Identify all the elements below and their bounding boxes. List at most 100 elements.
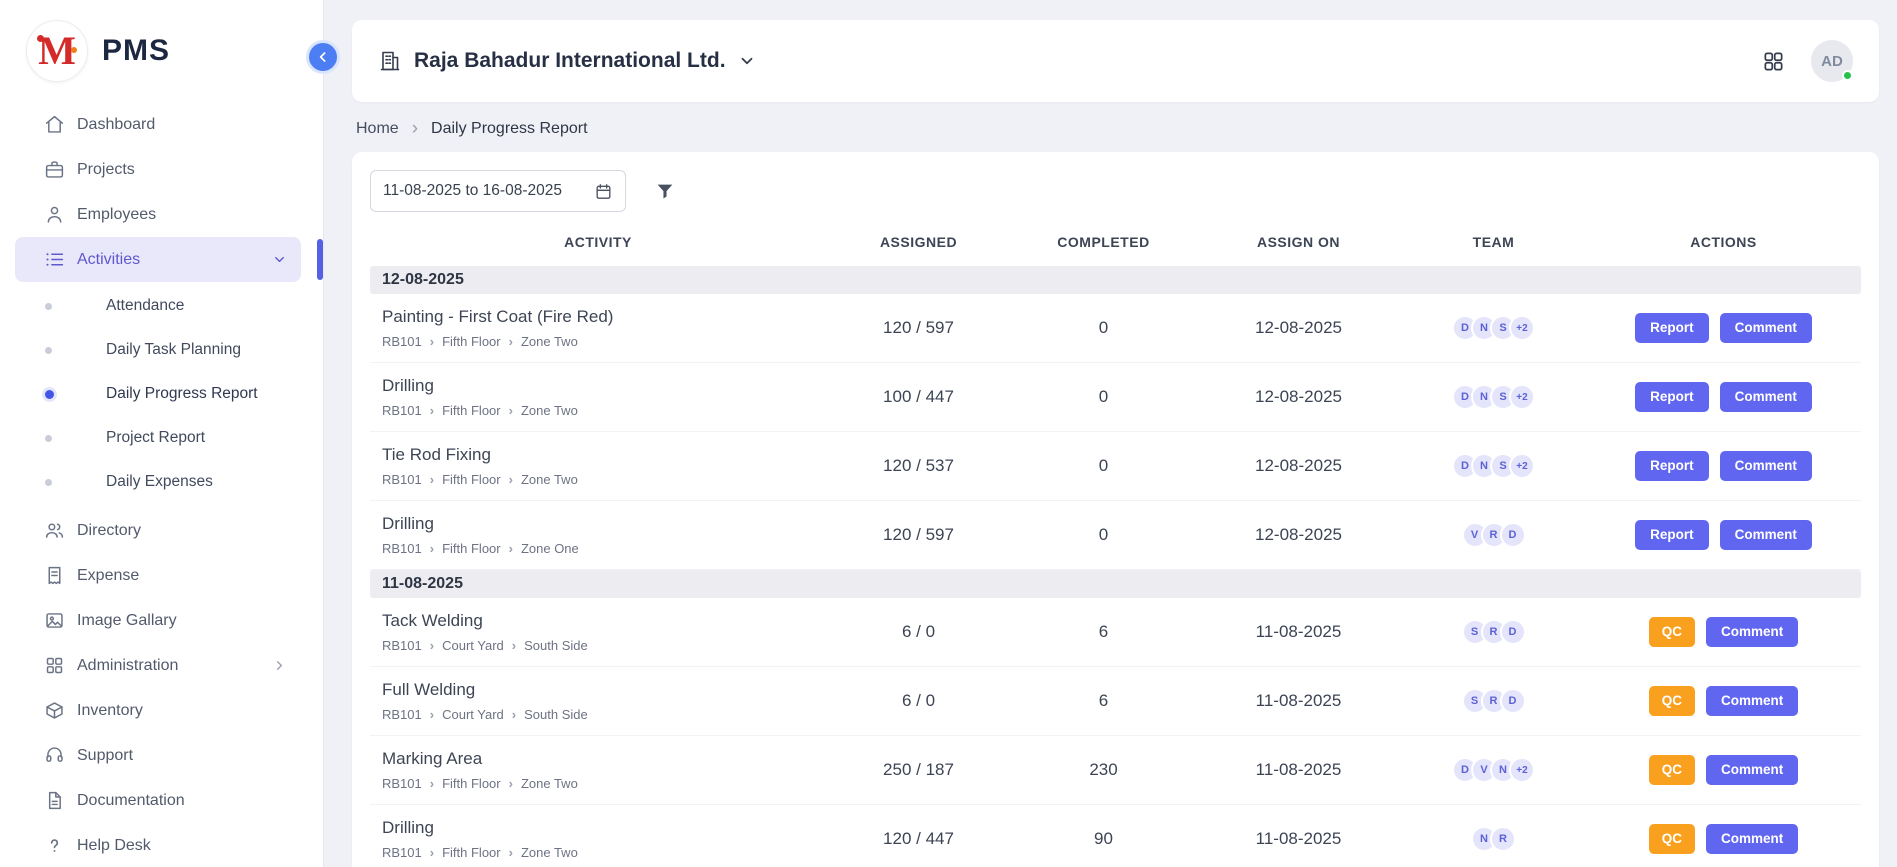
report-button[interactable]: Report [1635,520,1709,551]
filter-icon[interactable] [654,180,676,202]
chevron-right-icon [272,658,287,673]
sidebar-collapse-button[interactable] [306,40,340,74]
comment-button[interactable]: Comment [1706,617,1798,648]
activity-location-path: RB101› Fifth Floor› Zone Two [382,403,826,418]
report-button[interactable]: Report [1635,382,1709,413]
sidebar-item-administration[interactable]: Administration [15,643,301,688]
sidebar-subitem-daily-expenses[interactable]: Daily Expenses [45,460,301,504]
sidebar-subitem-label: Daily Expenses [106,473,213,491]
sidebar-item-inventory[interactable]: Inventory [15,688,301,733]
path-segment: Fifth Floor [442,541,501,556]
sidebar-item-activities[interactable]: Activities [15,237,301,282]
sidebar-item-label: Inventory [77,702,143,720]
topbar: Raja Bahadur International Ltd. AD [352,20,1879,102]
chevron-right-icon: › [412,119,418,138]
qc-button[interactable]: QC [1649,755,1695,786]
team-avatars: S R D [1401,688,1586,714]
activities-submenu: Attendance Daily Task Planning Daily Pro… [15,282,301,508]
date-range-field[interactable] [370,170,626,212]
report-button[interactable]: Report [1635,451,1709,482]
sidebar-subitem-daily-task-planning[interactable]: Daily Task Planning [45,328,301,372]
sidebar-item-image-gallery[interactable]: Image Gallary [15,598,301,643]
row-actions: Report Comment [1586,520,1861,551]
bullet-icon [45,303,52,310]
chevron-down-icon [738,52,756,70]
path-segment: Fifth Floor [442,845,501,860]
user-avatar[interactable]: AD [1811,40,1853,82]
path-segment: RB101 [382,472,422,487]
path-segment: Fifth Floor [442,403,501,418]
assign-on-value: 12-08-2025 [1196,456,1401,476]
active-indicator [317,239,323,280]
chevron-right-icon: › [430,404,434,417]
comment-button[interactable]: Comment [1720,451,1812,482]
team-extra-count: +2 [1509,384,1535,410]
company-selector[interactable]: Raja Bahadur International Ltd. [378,49,756,73]
sidebar-subitem-label: Daily Task Planning [106,341,241,359]
qc-button[interactable]: QC [1649,824,1695,855]
sidebar-item-documentation[interactable]: Documentation [15,778,301,823]
chevron-right-icon: › [430,777,434,790]
report-card: ACTIVITY ASSIGNED COMPLETED ASSIGN ON TE… [352,152,1879,867]
breadcrumb-home-link[interactable]: Home [356,120,399,138]
breadcrumb-current: Daily Progress Report [431,120,588,138]
home-icon [44,114,65,135]
main-area: Raja Bahadur International Ltd. AD Home … [324,0,1897,867]
sidebar-item-support[interactable]: Support [15,733,301,778]
column-header-completed: COMPLETED [1011,234,1196,250]
team-member-avatar: D [1500,688,1526,714]
sidebar-subitem-attendance[interactable]: Attendance [45,284,301,328]
path-segment: Fifth Floor [442,776,501,791]
logo-dot-icon [71,47,77,53]
comment-button[interactable]: Comment [1720,313,1812,344]
comment-button[interactable]: Comment [1706,824,1798,855]
chevron-right-icon: › [509,473,513,486]
path-segment: Zone One [521,541,579,556]
chevron-right-icon: › [430,708,434,721]
comment-button[interactable]: Comment [1720,520,1812,551]
bullet-icon [45,479,52,486]
team-avatars: D V N +2 [1401,757,1586,783]
sidebar-item-directory[interactable]: Directory [15,508,301,553]
row-actions: Report Comment [1586,313,1861,344]
sidebar-nav: Dashboard Projects Employees Activities … [0,96,323,867]
sidebar-item-help-desk[interactable]: Help Desk [15,823,301,867]
comment-button[interactable]: Comment [1720,382,1812,413]
logo-dot-icon [37,35,44,42]
qc-button[interactable]: QC [1649,686,1695,717]
app-logo: M [26,20,88,82]
report-button[interactable]: Report [1635,313,1709,344]
team-avatars: N R [1401,826,1586,852]
activity-name: Full Welding [382,680,826,700]
activity-name: Marking Area [382,749,826,769]
sidebar-item-projects[interactable]: Projects [15,147,301,192]
sidebar-item-label: Support [77,747,133,765]
chevron-right-icon: › [512,639,516,652]
path-segment: South Side [524,638,588,653]
qc-button[interactable]: QC [1649,617,1695,648]
activity-name: Painting - First Coat (Fire Red) [382,307,826,327]
box-icon [44,700,65,721]
date-range-input[interactable] [383,182,594,200]
receipt-icon [44,565,65,586]
apps-grid-button[interactable] [1762,50,1785,73]
chevron-right-icon: › [430,542,434,555]
sidebar-item-employees[interactable]: Employees [15,192,301,237]
completed-value: 0 [1011,318,1196,338]
sidebar-item-label: Employees [77,206,156,224]
filter-row [370,170,1861,212]
question-mark-icon [44,835,65,856]
document-icon [44,790,65,811]
comment-button[interactable]: Comment [1706,755,1798,786]
comment-button[interactable]: Comment [1706,686,1798,717]
path-segment: RB101 [382,638,422,653]
sidebar-item-dashboard[interactable]: Dashboard [15,102,301,147]
sidebar-subitem-project-report[interactable]: Project Report [45,416,301,460]
sidebar-item-expense[interactable]: Expense [15,553,301,598]
online-status-dot [1842,70,1853,81]
activity-name: Tie Rod Fixing [382,445,826,465]
sidebar-subitem-daily-progress-report[interactable]: Daily Progress Report [45,372,301,416]
assigned-value: 6 / 0 [826,622,1011,642]
team-member-avatar: D [1500,522,1526,548]
path-segment: Court Yard [442,707,504,722]
